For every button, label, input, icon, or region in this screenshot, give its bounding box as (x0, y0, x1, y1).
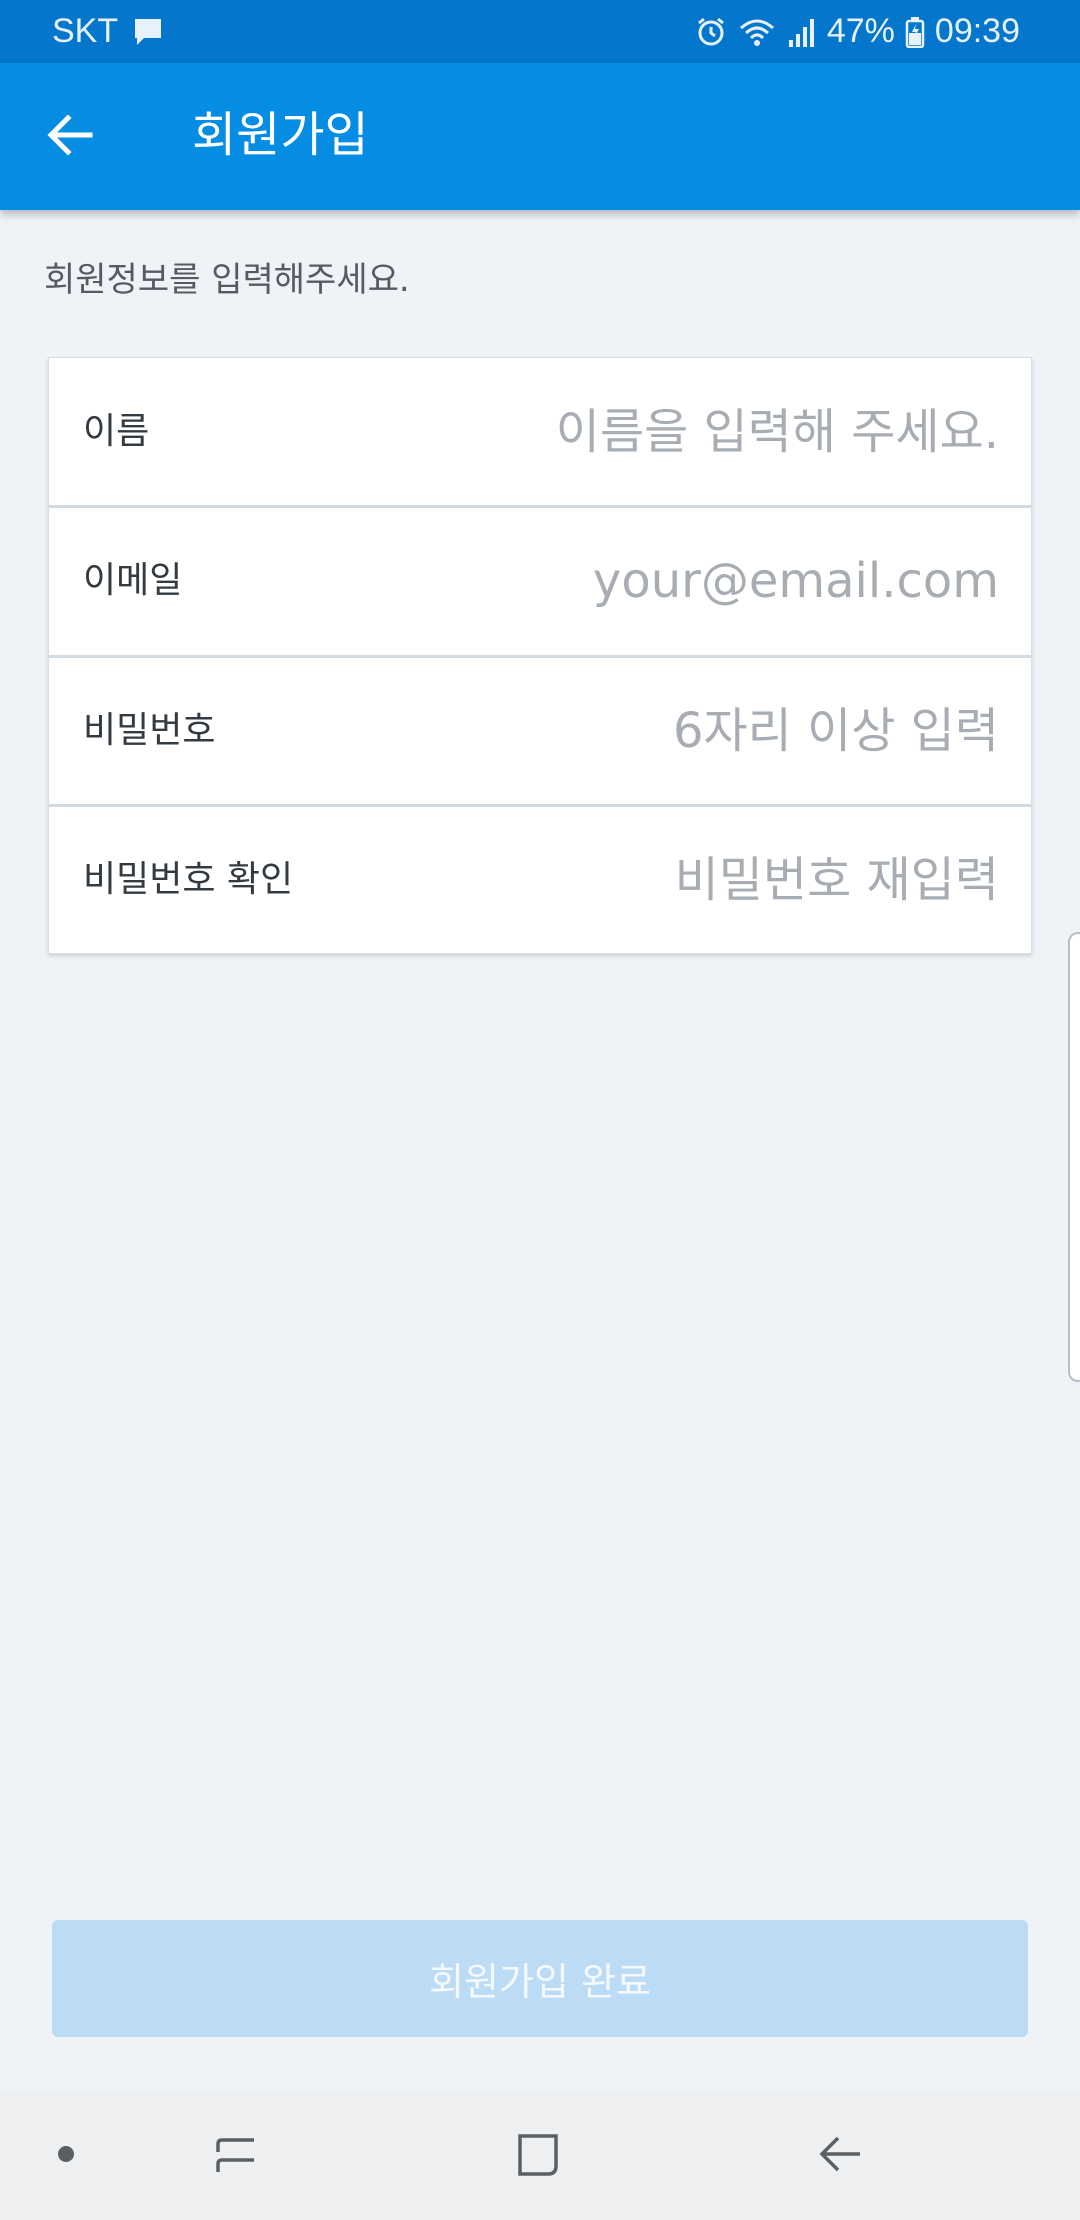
home-button[interactable] (502, 2120, 574, 2192)
page-title: 회원가입 (192, 107, 369, 163)
form-row-email: 이메일 (49, 507, 1031, 656)
name-label: 이름 (83, 411, 150, 452)
nav-dot-button[interactable] (30, 2120, 102, 2192)
back-button[interactable] (30, 97, 110, 177)
alarm-icon (695, 16, 727, 48)
navigation-bar (0, 2092, 1080, 2220)
recent-apps-button[interactable] (200, 2120, 272, 2192)
signup-form-card: 이름 이메일 비밀번호 비밀번호 확인 (48, 357, 1032, 954)
form-row-password: 비밀번호 (49, 657, 1031, 806)
chat-bubble-icon (132, 17, 164, 47)
email-label: 이메일 (83, 560, 183, 601)
clock-time: 09:39 (934, 12, 1020, 50)
password-confirm-input[interactable] (379, 842, 999, 918)
signal-icon (787, 16, 817, 48)
battery-icon (905, 16, 925, 48)
dot-icon (56, 2144, 76, 2168)
edge-panel-handle[interactable] (1068, 932, 1080, 1382)
password-confirm-label: 비밀번호 확인 (83, 859, 294, 900)
signup-complete-button[interactable]: 회원가입 완료 (52, 1920, 1028, 2037)
form-row-password-confirm: 비밀번호 확인 (49, 806, 1031, 955)
back-arrow-icon (46, 113, 94, 161)
email-input[interactable] (379, 543, 999, 619)
battery-percent: 47% (826, 12, 895, 50)
home-icon (514, 2130, 562, 2182)
password-label: 비밀번호 (83, 710, 216, 751)
password-input[interactable] (379, 693, 999, 769)
status-bar: SKT 47% 09:39 (0, 0, 1080, 63)
form-instruction: 회원정보를 입력해주세요. (44, 260, 410, 300)
nav-back-button[interactable] (804, 2120, 876, 2192)
name-input[interactable] (379, 394, 999, 470)
nav-back-icon (816, 2130, 864, 2182)
status-left: SKT (52, 12, 164, 51)
status-right: 47% 09:39 (695, 12, 1020, 51)
carrier-label: SKT (52, 12, 119, 50)
app-bar: 회원가입 (0, 63, 1080, 210)
wifi-icon (737, 16, 777, 48)
form-row-name: 이름 (49, 358, 1031, 507)
signup-complete-label: 회원가입 완료 (429, 1960, 651, 2004)
recent-apps-icon (212, 2130, 260, 2182)
